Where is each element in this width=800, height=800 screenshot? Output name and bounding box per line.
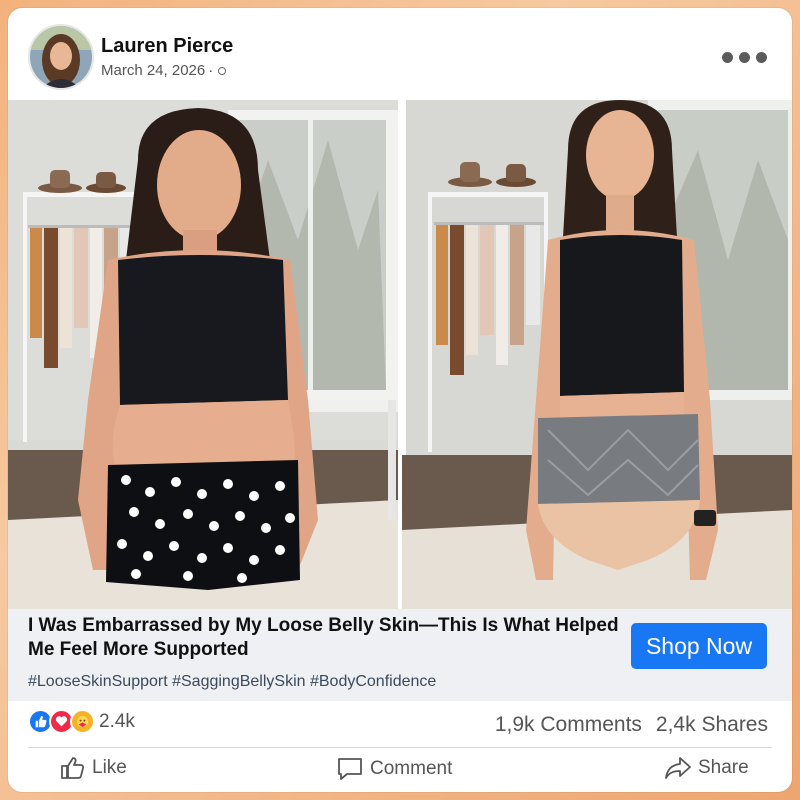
comment-button[interactable]: Comment — [336, 756, 452, 782]
post-headline[interactable]: I Was Embarrassed by My Loose Belly Skin… — [28, 614, 628, 662]
divider — [28, 747, 772, 748]
care-icon — [70, 709, 95, 734]
like-label: Like — [92, 757, 127, 778]
post-image[interactable] — [8, 100, 792, 609]
ad-strip: I Was Embarrassed by My Loose Belly Skin… — [8, 609, 792, 701]
avatar[interactable] — [28, 24, 94, 90]
comment-count[interactable]: 1,9k Comments — [495, 713, 642, 737]
post-actions: Like Comment Share — [8, 750, 792, 792]
author-name[interactable]: Lauren Pierce — [101, 35, 233, 58]
comment-icon — [336, 756, 364, 782]
reactions-summary[interactable]: 2.4k — [28, 709, 135, 734]
reaction-count: 2.4k — [99, 710, 135, 732]
shop-now-button[interactable]: Shop Now — [631, 623, 767, 669]
post-card: Lauren Pierce March 24, 2026 · I Was Emb… — [8, 8, 792, 792]
post-header: Lauren Pierce March 24, 2026 · — [8, 8, 792, 100]
share-count[interactable]: 2,4k Shares — [656, 713, 768, 737]
globe-icon — [218, 66, 227, 75]
post-meta: March 24, 2026 · — [101, 62, 227, 79]
comment-label: Comment — [370, 758, 453, 779]
share-button[interactable]: Share — [664, 756, 749, 780]
share-label: Share — [698, 757, 749, 778]
more-options-icon[interactable] — [722, 52, 767, 63]
hashtags[interactable]: #LooseSkinSupport #SaggingBellySkin #Bod… — [28, 673, 436, 691]
post-date[interactable]: March 24, 2026 — [101, 62, 205, 79]
meta-separator: · — [208, 62, 214, 79]
engagement-counts: 1,9k Comments 2,4k Shares — [495, 713, 768, 737]
post-stats: 2.4k 1,9k Comments 2,4k Shares — [8, 701, 792, 747]
thumbs-up-icon — [60, 756, 86, 780]
like-button[interactable]: Like — [60, 756, 127, 780]
share-icon — [664, 756, 692, 780]
